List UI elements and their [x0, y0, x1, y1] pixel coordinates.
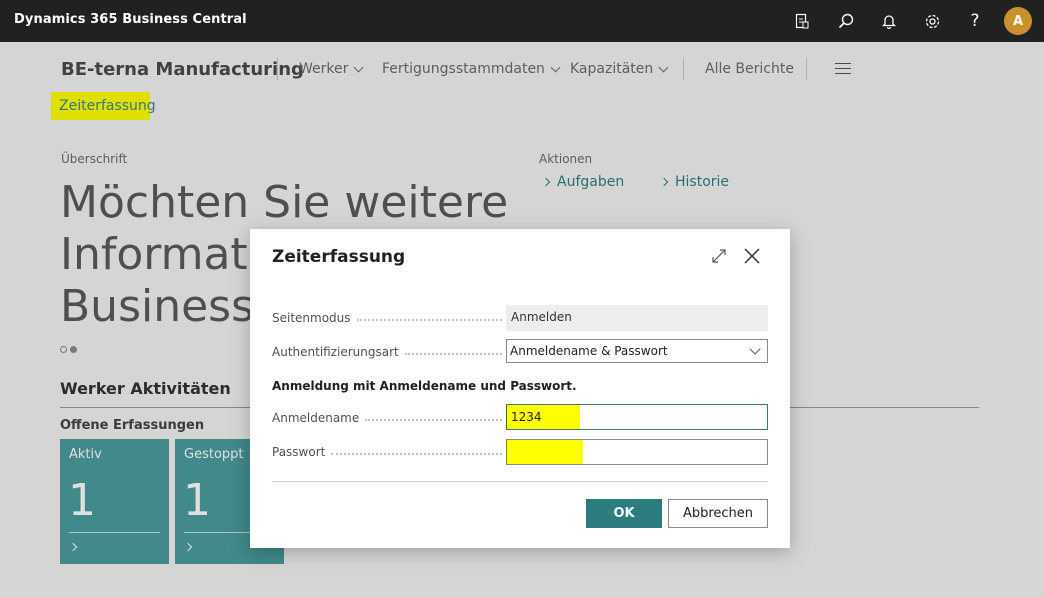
login-group-heading: Anmeldung mit Anmeldename und Passwort. — [272, 379, 577, 393]
expand-icon[interactable] — [711, 248, 727, 264]
dotted-leader — [365, 419, 502, 421]
avatar[interactable]: A — [1004, 7, 1032, 35]
auth-type-label-text: Authentifizierungsart — [272, 345, 399, 359]
app-bar: Dynamics 365 Business Central ? A — [0, 0, 1044, 42]
app-title[interactable]: Dynamics 365 Business Central — [14, 12, 247, 27]
password-input[interactable] — [506, 439, 768, 465]
document-icon[interactable] — [791, 10, 813, 32]
login-name-label-text: Anmeldename — [272, 411, 360, 425]
page-mode-label: Seitenmodus — [272, 311, 502, 325]
dotted-leader — [404, 353, 502, 355]
dialog-title: Zeiterfassung — [272, 247, 406, 267]
page-mode-value: Anmelden — [506, 305, 768, 331]
bell-icon[interactable] — [878, 10, 900, 32]
search-icon[interactable] — [835, 10, 857, 32]
dialog-divider — [272, 481, 768, 482]
page-mode-label-text: Seitenmodus — [272, 311, 351, 325]
password-label: Passwort — [272, 445, 502, 459]
help-icon[interactable]: ? — [964, 10, 986, 32]
password-label-text: Passwort — [272, 445, 326, 459]
ok-button[interactable]: OK — [586, 499, 662, 528]
cancel-button[interactable]: Abbrechen — [668, 499, 768, 528]
chevron-down-icon — [749, 343, 761, 355]
login-name-input[interactable] — [506, 404, 768, 430]
close-icon[interactable] — [744, 248, 760, 264]
auth-type-select[interactable]: Anmeldename & Passwort — [506, 339, 768, 363]
auth-type-label: Authentifizierungsart — [272, 345, 502, 359]
dotted-leader — [356, 319, 502, 321]
zeiterfassung-dialog: Zeiterfassung Seitenmodus Anmelden Authe… — [250, 229, 790, 548]
auth-type-selected: Anmeldename & Passwort — [510, 344, 668, 358]
gear-icon[interactable] — [921, 10, 943, 32]
login-name-label: Anmeldename — [272, 411, 502, 425]
dotted-leader — [331, 453, 502, 455]
